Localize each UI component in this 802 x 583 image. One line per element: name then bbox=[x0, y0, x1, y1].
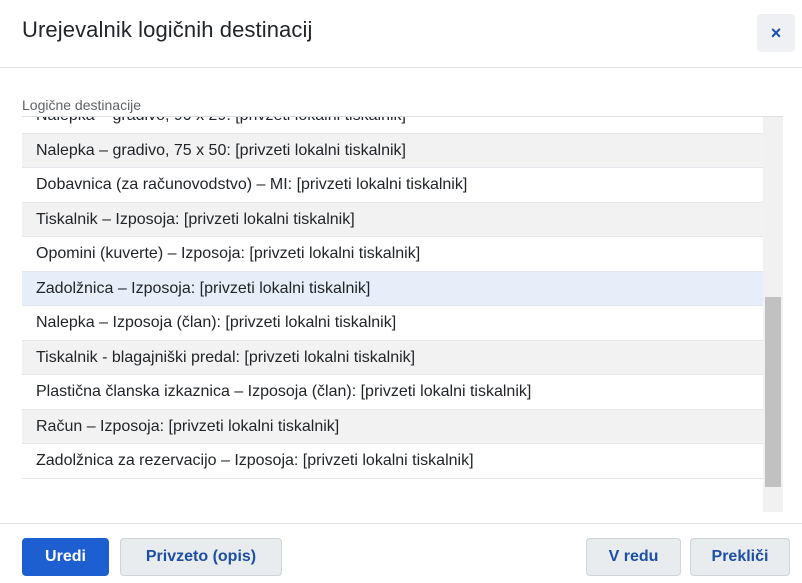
edit-button[interactable]: Uredi bbox=[22, 538, 109, 576]
list-item[interactable]: Opomini (kuverte) – Izposoja: [privzeti … bbox=[22, 237, 763, 272]
logical-destinations-list[interactable]: Nalepka – gradivo, 90 x 29: [privzeti lo… bbox=[22, 116, 783, 512]
list-scrollbar[interactable] bbox=[763, 117, 783, 512]
list-item[interactable]: Dobavnica (za računovodstvo) – MI: [priv… bbox=[22, 168, 763, 203]
list-item[interactable]: Zadolžnica – Izposoja: [privzeti lokalni… bbox=[22, 271, 763, 306]
list-content: Nalepka – gradivo, 90 x 29: [privzeti lo… bbox=[22, 117, 763, 479]
list-item[interactable]: Zadolžnica za rezervacijo – Izposoja: [p… bbox=[22, 444, 763, 479]
list-item[interactable]: Račun – Izposoja: [privzeti lokalni tisk… bbox=[22, 409, 763, 444]
list-item[interactable]: Nalepka – Izposoja (član): [privzeti lok… bbox=[22, 306, 763, 341]
default-button[interactable]: Privzeto (opis) bbox=[120, 538, 282, 576]
dialog-footer: Uredi Privzeto (opis) V redu Prekliči bbox=[0, 523, 802, 583]
list-scrollbar-thumb[interactable] bbox=[765, 297, 781, 487]
dialog-title: Urejevalnik logičnih destinacij bbox=[22, 17, 313, 42]
list-item[interactable]: Nalepka – gradivo, 90 x 29: [privzeti lo… bbox=[22, 117, 763, 134]
dialog-header: Urejevalnik logičnih destinacij × bbox=[0, 0, 802, 68]
logical-destinations-label: Logične destinacije bbox=[22, 97, 142, 113]
list-item[interactable]: Tiskalnik - blagajniški predal: [privzet… bbox=[22, 340, 763, 375]
list-item[interactable]: Tiskalnik – Izposoja: [privzeti lokalni … bbox=[22, 202, 763, 237]
cancel-button[interactable]: Prekliči bbox=[690, 538, 790, 576]
close-icon: × bbox=[770, 22, 782, 43]
close-button[interactable]: × bbox=[757, 14, 795, 52]
list-item[interactable]: Plastična članska izkaznica – Izposoja (… bbox=[22, 375, 763, 410]
list-item[interactable]: Nalepka – gradivo, 75 x 50: [privzeti lo… bbox=[22, 133, 763, 168]
ok-button[interactable]: V redu bbox=[586, 538, 681, 576]
